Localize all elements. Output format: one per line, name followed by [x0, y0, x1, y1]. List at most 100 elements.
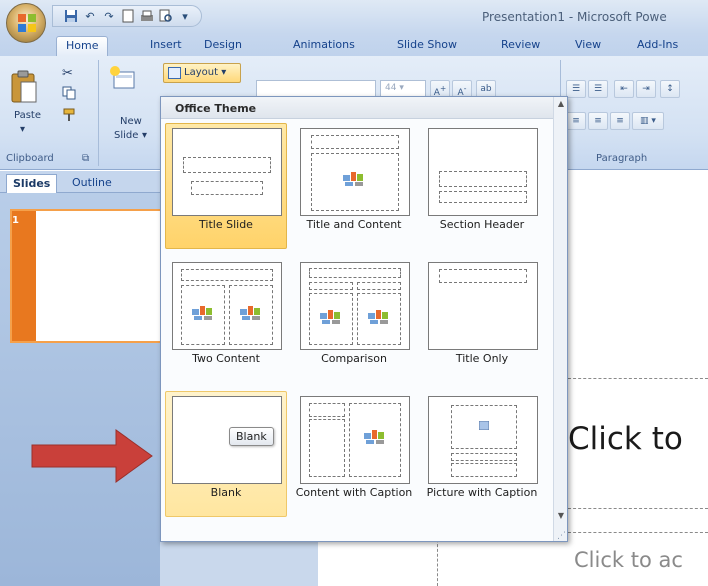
layout-label: Section Header [439, 218, 525, 231]
new-slide-icon[interactable] [108, 64, 136, 92]
title-placeholder-border [568, 378, 708, 379]
cut-icon[interactable]: ✂ [62, 66, 73, 81]
picture-placeholder-icon [479, 421, 489, 430]
layout-icon [168, 67, 181, 79]
gallery-header: Office Theme [161, 97, 553, 119]
office-button[interactable] [6, 3, 46, 43]
content-placeholder-icon [320, 310, 340, 324]
resize-grip-icon[interactable]: ⋰ [557, 531, 566, 541]
layout-preview [172, 128, 282, 216]
save-icon[interactable] [63, 8, 79, 24]
tab-slide-show[interactable]: Slide Show [397, 38, 457, 51]
layout-picture-with-caption[interactable]: Picture with Caption [421, 391, 543, 517]
clipboard-group-label: Clipboard [6, 153, 54, 164]
layout-gallery: Office Theme ▲ ▼ ⋰ Title Slide Title and… [160, 96, 568, 542]
customize-dropdown-icon[interactable]: ▾ [177, 8, 193, 24]
layout-preview [428, 128, 538, 216]
gallery-scrollbar[interactable]: ▲ ▼ [553, 97, 567, 541]
new-slide-label[interactable]: New [120, 116, 142, 127]
tab-home[interactable]: Home [56, 36, 109, 57]
undo-icon[interactable]: ↶ [82, 8, 98, 24]
layout-preview [300, 262, 410, 350]
align-right-button[interactable]: ≡ [588, 112, 608, 130]
layout-section-header[interactable]: Section Header [421, 123, 543, 249]
align-center-button[interactable]: ≡ [566, 112, 586, 130]
tab-outline[interactable]: Outline [66, 174, 118, 193]
content-placeholder-icon [192, 306, 212, 320]
layout-preview [300, 396, 410, 484]
layout-tooltip: Blank [229, 427, 274, 446]
title-placeholder[interactable]: Click to [568, 421, 683, 457]
content-placeholder-icon [240, 306, 260, 320]
line-spacing-button[interactable]: ↕ [660, 80, 680, 98]
copy-icon[interactable] [62, 86, 76, 103]
window-title: Presentation1 - Microsoft Powe [482, 10, 667, 24]
tab-add-ins[interactable]: Add-Ins [637, 38, 678, 51]
layout-preview [428, 396, 538, 484]
bullets-button[interactable]: ☰ [566, 80, 586, 98]
increase-indent-button[interactable]: ⇥ [636, 80, 656, 98]
scroll-up-icon[interactable]: ▲ [554, 97, 568, 111]
layout-title-slide[interactable]: Title Slide [165, 123, 287, 249]
layout-button[interactable]: Layout ▾ [163, 63, 241, 83]
layout-label: Title and Content [306, 218, 402, 231]
content-placeholder-icon [364, 430, 384, 444]
new-slide-label-2[interactable]: Slide [114, 130, 138, 141]
layout-preview [428, 262, 538, 350]
font-size-dropdown-icon: ▾ [399, 83, 404, 93]
content-placeholder-icon [368, 310, 388, 324]
layout-comparison[interactable]: Comparison [293, 257, 415, 383]
layout-content-with-caption[interactable]: Content with Caption [293, 391, 415, 517]
subtitle-placeholder[interactable]: Click to ac [574, 548, 683, 572]
layout-label: Content with Caption [295, 486, 413, 499]
content-placeholder-icon [343, 172, 363, 186]
layout-two-content[interactable]: Two Content [165, 257, 287, 383]
print-icon[interactable] [139, 8, 155, 24]
layout-title-and-content[interactable]: Title and Content [293, 123, 415, 249]
decrease-indent-button[interactable]: ⇤ [614, 80, 634, 98]
columns-button[interactable]: ▥ ▾ [632, 112, 664, 130]
layout-preview [300, 128, 410, 216]
redo-icon[interactable]: ↷ [101, 8, 117, 24]
office-logo-icon [18, 14, 36, 32]
slides-pane: Slides Outline 1 [0, 171, 160, 586]
paragraph-group-label: Paragraph [596, 153, 648, 164]
tab-animations[interactable]: Animations [293, 38, 355, 51]
layout-preview [172, 262, 282, 350]
tab-review[interactable]: Review [501, 38, 540, 51]
layout-label: Title Only [455, 352, 509, 365]
layout-label: Title Slide [199, 218, 253, 231]
slide-thumbnail[interactable] [12, 211, 160, 341]
tab-view[interactable]: View [575, 38, 601, 51]
paste-label[interactable]: Paste [14, 110, 41, 121]
justify-button[interactable]: ≡ [610, 112, 630, 130]
pane-tab-bar: Slides Outline [0, 171, 160, 193]
scroll-down-icon[interactable]: ▼ [554, 509, 568, 523]
numbering-button[interactable]: ☰ [588, 80, 608, 98]
title-placeholder-border [568, 508, 708, 509]
layout-blank[interactable]: Blank [165, 391, 287, 517]
group-separator [98, 60, 99, 166]
layout-label: Picture with Caption [426, 486, 538, 499]
format-painter-icon[interactable] [62, 108, 76, 125]
tab-insert[interactable]: Insert [150, 38, 182, 51]
subtitle-placeholder-border [568, 532, 708, 533]
print-preview-icon[interactable] [158, 8, 174, 24]
layout-label: Comparison [321, 352, 387, 365]
paste-icon[interactable] [10, 70, 38, 104]
clipboard-dialog-launcher-icon[interactable]: ⧉ [82, 153, 89, 164]
pointer-arrow-icon [31, 429, 153, 483]
layout-label: Layout [184, 67, 218, 78]
tab-design[interactable]: Design [204, 38, 242, 51]
tab-slides[interactable]: Slides [6, 174, 58, 193]
new-icon[interactable] [120, 8, 136, 24]
layout-dropdown-icon: ▾ [221, 67, 227, 78]
paste-dropdown-icon[interactable]: ▾ [20, 124, 25, 135]
quick-access-toolbar: ↶ ↷ ▾ [52, 5, 202, 27]
ribbon-tab-bar: Home Insert Design Animations Slide Show… [0, 34, 708, 57]
layout-label: Two Content [192, 352, 260, 365]
layout-title-only[interactable]: Title Only [421, 257, 543, 383]
layout-label: Blank [210, 486, 242, 499]
slide-number: 1 [12, 215, 19, 226]
new-slide-dropdown-icon[interactable]: ▾ [142, 130, 147, 141]
